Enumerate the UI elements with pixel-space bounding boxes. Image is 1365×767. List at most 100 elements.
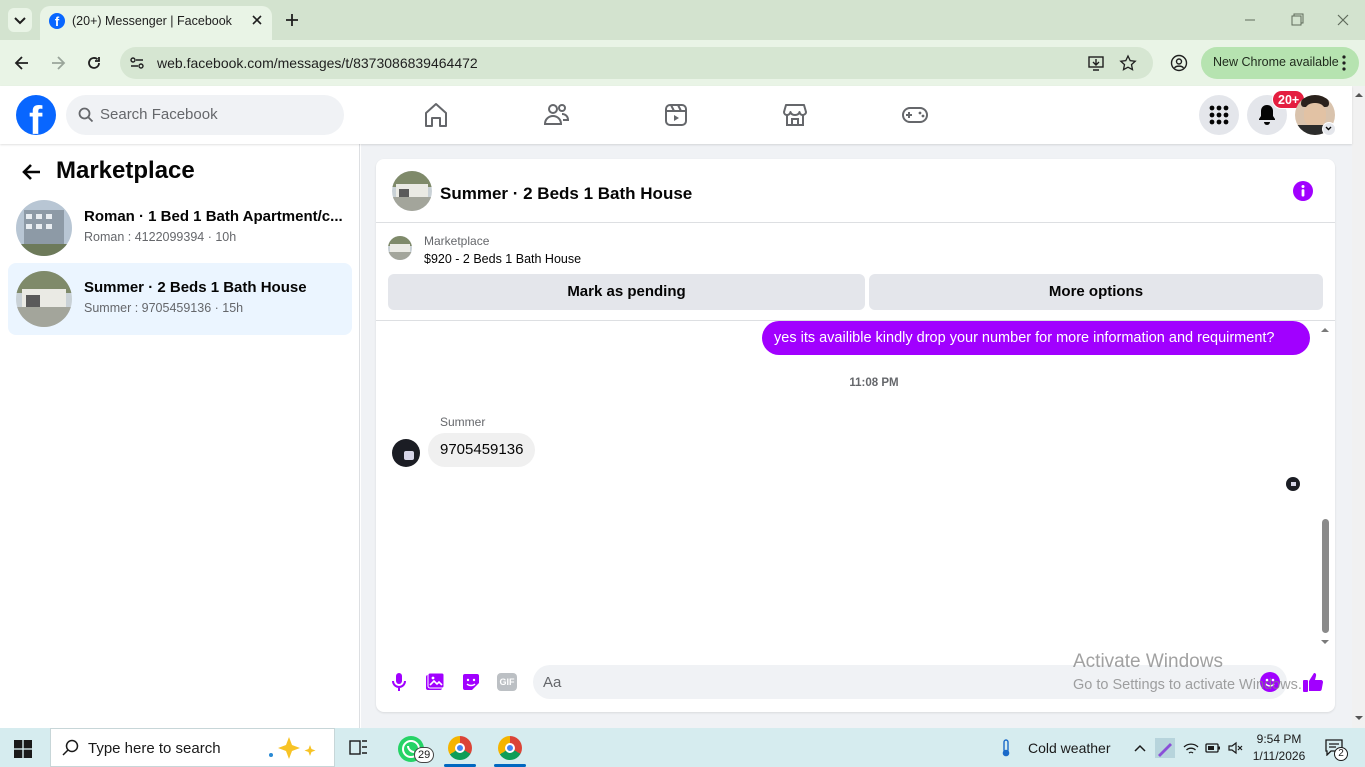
url-text: web.facebook.com/messages/t/837308683946… — [157, 55, 478, 71]
account-dropdown-icon[interactable] — [1322, 122, 1336, 136]
marketplace-icon — [783, 104, 807, 126]
chevron-down-icon — [14, 17, 26, 25]
new-chrome-available-button[interactable]: New Chrome available — [1201, 47, 1359, 79]
like-thumbs-up-icon[interactable] — [1302, 671, 1324, 693]
new-chrome-label: New Chrome available — [1213, 55, 1339, 69]
task-view-icon[interactable] — [349, 738, 369, 758]
show-hidden-icons-chevron-up-icon[interactable] — [1132, 740, 1148, 756]
chat-window: Summer · 2 Beds 1 Bath House Marketplace… — [376, 159, 1335, 712]
nav-home[interactable] — [420, 100, 452, 130]
back-button[interactable] — [12, 53, 32, 73]
facebook-logo-icon[interactable]: f — [16, 95, 56, 135]
browser-toolbar: web.facebook.com/messages/t/837308683946… — [0, 40, 1365, 86]
scroll-up-icon — [1321, 328, 1329, 332]
tab-close-icon[interactable] — [248, 11, 266, 29]
window-minimize-button[interactable] — [1240, 10, 1260, 30]
browser-tab-active[interactable]: f (20+) Messenger | Facebook — [40, 6, 272, 40]
activate-windows-subtitle-text: Go to Settings to activate Windows. — [1073, 677, 1301, 693]
conversation-subtitle: Roman : 4122099394 · 10h — [84, 230, 237, 244]
grid-menu-icon — [1209, 105, 1229, 125]
listing-thumbnail — [16, 271, 72, 327]
pen-menu-icon[interactable] — [1155, 738, 1175, 758]
attach-photo-icon[interactable] — [425, 672, 445, 692]
profile-icon[interactable] — [1169, 53, 1189, 73]
start-button[interactable] — [14, 740, 32, 758]
sender-avatar[interactable] — [392, 439, 420, 467]
conversation-item-selected[interactable]: Summer · 2 Beds 1 Bath House Summer : 97… — [8, 263, 352, 335]
sender-name: Summer — [440, 415, 486, 429]
mark-as-pending-button[interactable]: Mark as pending — [388, 274, 865, 310]
chrome-taskbar-icon[interactable] — [448, 736, 472, 760]
chat-header: Summer · 2 Beds 1 Bath House — [376, 159, 1335, 223]
menu-button[interactable] — [1199, 95, 1239, 135]
gif-icon[interactable]: GIF — [497, 673, 517, 691]
battery-icon[interactable] — [1204, 739, 1222, 757]
volume-muted-icon[interactable] — [1227, 739, 1245, 757]
activate-windows-title: Activate Windows — [1073, 651, 1223, 672]
gaming-icon — [902, 107, 928, 123]
address-bar[interactable]: web.facebook.com/messages/t/837308683946… — [120, 47, 1153, 79]
chevron-down-icon — [1325, 126, 1332, 131]
network-icon[interactable] — [1182, 739, 1200, 757]
plus-icon — [286, 14, 298, 26]
taskbar-search-placeholder: Type here to search — [88, 740, 221, 757]
reload-icon — [88, 57, 100, 69]
video-icon — [665, 104, 687, 126]
nav-video[interactable] — [660, 100, 692, 130]
chat-scrollbar[interactable] — [1318, 325, 1332, 649]
message-text: yes its availible kindly drop your numbe… — [774, 330, 1275, 346]
notification-count-badge: 2 — [1334, 747, 1348, 761]
conversation-title: Summer · 2 Beds 1 Bath House — [84, 279, 307, 296]
bookmark-star-icon[interactable] — [1119, 54, 1137, 72]
search-icon — [62, 739, 79, 756]
chrome-taskbar-icon-active[interactable] — [498, 736, 522, 760]
sticker-icon[interactable] — [461, 672, 481, 692]
window-close-button[interactable] — [1333, 10, 1353, 30]
chat-scrollbar-thumb[interactable] — [1322, 519, 1329, 633]
facebook-header: f Search Facebook 20+ — [0, 86, 1352, 144]
more-options-button[interactable]: More options — [869, 274, 1323, 310]
outgoing-message-bubble[interactable]: yes its availible kindly drop your numbe… — [762, 321, 1310, 355]
tab-title: (20+) Messenger | Facebook — [72, 14, 232, 28]
window-restore-button[interactable] — [1287, 10, 1307, 30]
chat-header-title[interactable]: Summer · 2 Beds 1 Bath House — [440, 184, 692, 204]
tab-search-button[interactable] — [8, 8, 32, 32]
taskbar-search-box[interactable]: Type here to search — [50, 728, 335, 767]
weather-icon[interactable] — [996, 738, 1016, 758]
listing-detail[interactable]: $920 - 2 Beds 1 Bath House — [424, 252, 581, 266]
chat-header-thumbnail[interactable] — [392, 171, 432, 211]
facebook-search-input[interactable]: Search Facebook — [66, 95, 344, 135]
conversation-info-button[interactable] — [1293, 181, 1313, 201]
install-app-icon[interactable] — [1087, 54, 1105, 72]
browser-tab-strip: f (20+) Messenger | Facebook — [0, 0, 1365, 40]
listing-thumbnail-small[interactable] — [388, 236, 412, 260]
listing-source-label: Marketplace — [424, 234, 490, 248]
windows-logo-icon — [14, 740, 32, 758]
friends-icon — [543, 104, 570, 125]
clock-date[interactable]: 1/11/2026 — [1252, 749, 1306, 763]
scroll-down-icon — [1355, 716, 1363, 720]
nav-marketplace[interactable] — [779, 100, 811, 130]
home-icon — [425, 103, 447, 127]
message-input-placeholder: Aa — [543, 674, 562, 691]
site-info-icon[interactable] — [128, 54, 146, 72]
copilot-sparkle-icon — [269, 737, 316, 759]
new-tab-button[interactable] — [282, 10, 302, 30]
scroll-down-icon — [1321, 640, 1329, 644]
voice-clip-icon[interactable] — [389, 672, 409, 692]
clock-time[interactable]: 9:54 PM — [1252, 732, 1306, 746]
nav-gaming[interactable] — [899, 100, 931, 130]
weather-text[interactable]: Cold weather — [1028, 740, 1111, 756]
arrow-left-icon — [22, 164, 40, 180]
conversation-item[interactable]: Roman · 1 Bed 1 Bath Apartment/c... Roma… — [8, 192, 352, 264]
nav-friends[interactable] — [540, 100, 572, 130]
windows-taskbar: Type here to search 29 Cold weather 9:54… — [0, 728, 1365, 767]
back-arrow-button[interactable] — [20, 160, 44, 184]
incoming-message-bubble[interactable]: 9705459136 — [428, 433, 536, 467]
page-scrollbar[interactable] — [1352, 86, 1365, 728]
arrow-right-icon — [52, 56, 66, 70]
reload-button[interactable] — [84, 53, 104, 73]
forward-button[interactable] — [48, 53, 68, 73]
conversation-subtitle: Summer : 9705459136 · 15h — [84, 301, 244, 315]
listing-thumbnail — [16, 200, 72, 256]
